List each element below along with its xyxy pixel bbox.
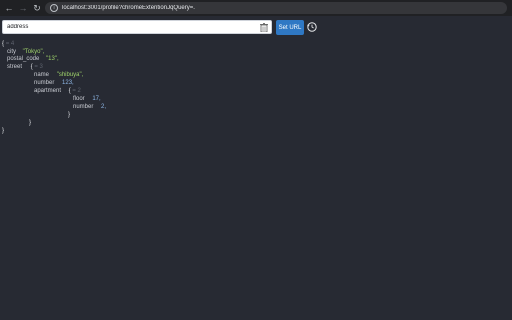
json-count: = 2: [72, 88, 81, 94]
json-key: postal_code: [7, 56, 40, 62]
json-row: apartment { = 2: [34, 87, 81, 95]
json-row: floor 17,: [73, 95, 101, 103]
json-row: }: [2, 127, 4, 135]
json-brace: }: [2, 128, 5, 134]
json-key: street: [7, 64, 23, 70]
address-bar[interactable]: i localhost:3001/profile?chromeExtention…: [45, 2, 507, 14]
json-key: name: [34, 72, 50, 78]
path-input-box[interactable]: [2, 20, 272, 34]
json-value: "shibuya",: [56, 72, 84, 78]
json-count: = 3: [34, 64, 43, 70]
json-row: }: [68, 111, 70, 119]
json-key: number: [34, 80, 55, 86]
json-row: }: [29, 119, 31, 127]
history-icon[interactable]: [306, 21, 318, 33]
trash-icon[interactable]: [260, 23, 268, 32]
json-count: = 4: [5, 41, 15, 47]
json-brace[interactable]: {: [31, 64, 33, 70]
address-bar-url[interactable]: localhost:3001/profile?chromeExtentionJq…: [62, 5, 195, 11]
json-row: street { = 3: [7, 63, 43, 71]
json-key: floor: [73, 96, 85, 102]
json-key: number: [73, 104, 94, 110]
json-value: 123,: [62, 80, 74, 86]
json-brace[interactable]: {: [2, 41, 4, 47]
json-root-line: { = 4: [2, 40, 14, 48]
json-row: name "shibuya",: [34, 71, 83, 79]
back-arrow-icon[interactable]: ←: [4, 3, 14, 13]
path-input[interactable]: [7, 21, 257, 33]
json-brace[interactable]: {: [69, 88, 71, 94]
json-key: apartment: [34, 88, 62, 94]
json-row: postal_code "13",: [7, 55, 59, 63]
json-brace: }: [29, 120, 32, 126]
json-value: 17,: [92, 96, 101, 102]
json-value: 2,: [101, 104, 107, 110]
json-row: number 2,: [73, 103, 106, 111]
json-value: "13",: [46, 56, 59, 62]
json-brace: }: [68, 112, 71, 118]
forward-arrow-icon[interactable]: →: [18, 3, 28, 13]
reload-icon[interactable]: ↻: [32, 3, 42, 13]
set-url-button[interactable]: Set URL: [276, 20, 304, 35]
browser-chrome: ← → ↻ i localhost:3001/profile?chromeExt…: [0, 0, 512, 16]
site-info-icon[interactable]: i: [50, 4, 58, 12]
json-row: number 123,: [34, 79, 74, 87]
